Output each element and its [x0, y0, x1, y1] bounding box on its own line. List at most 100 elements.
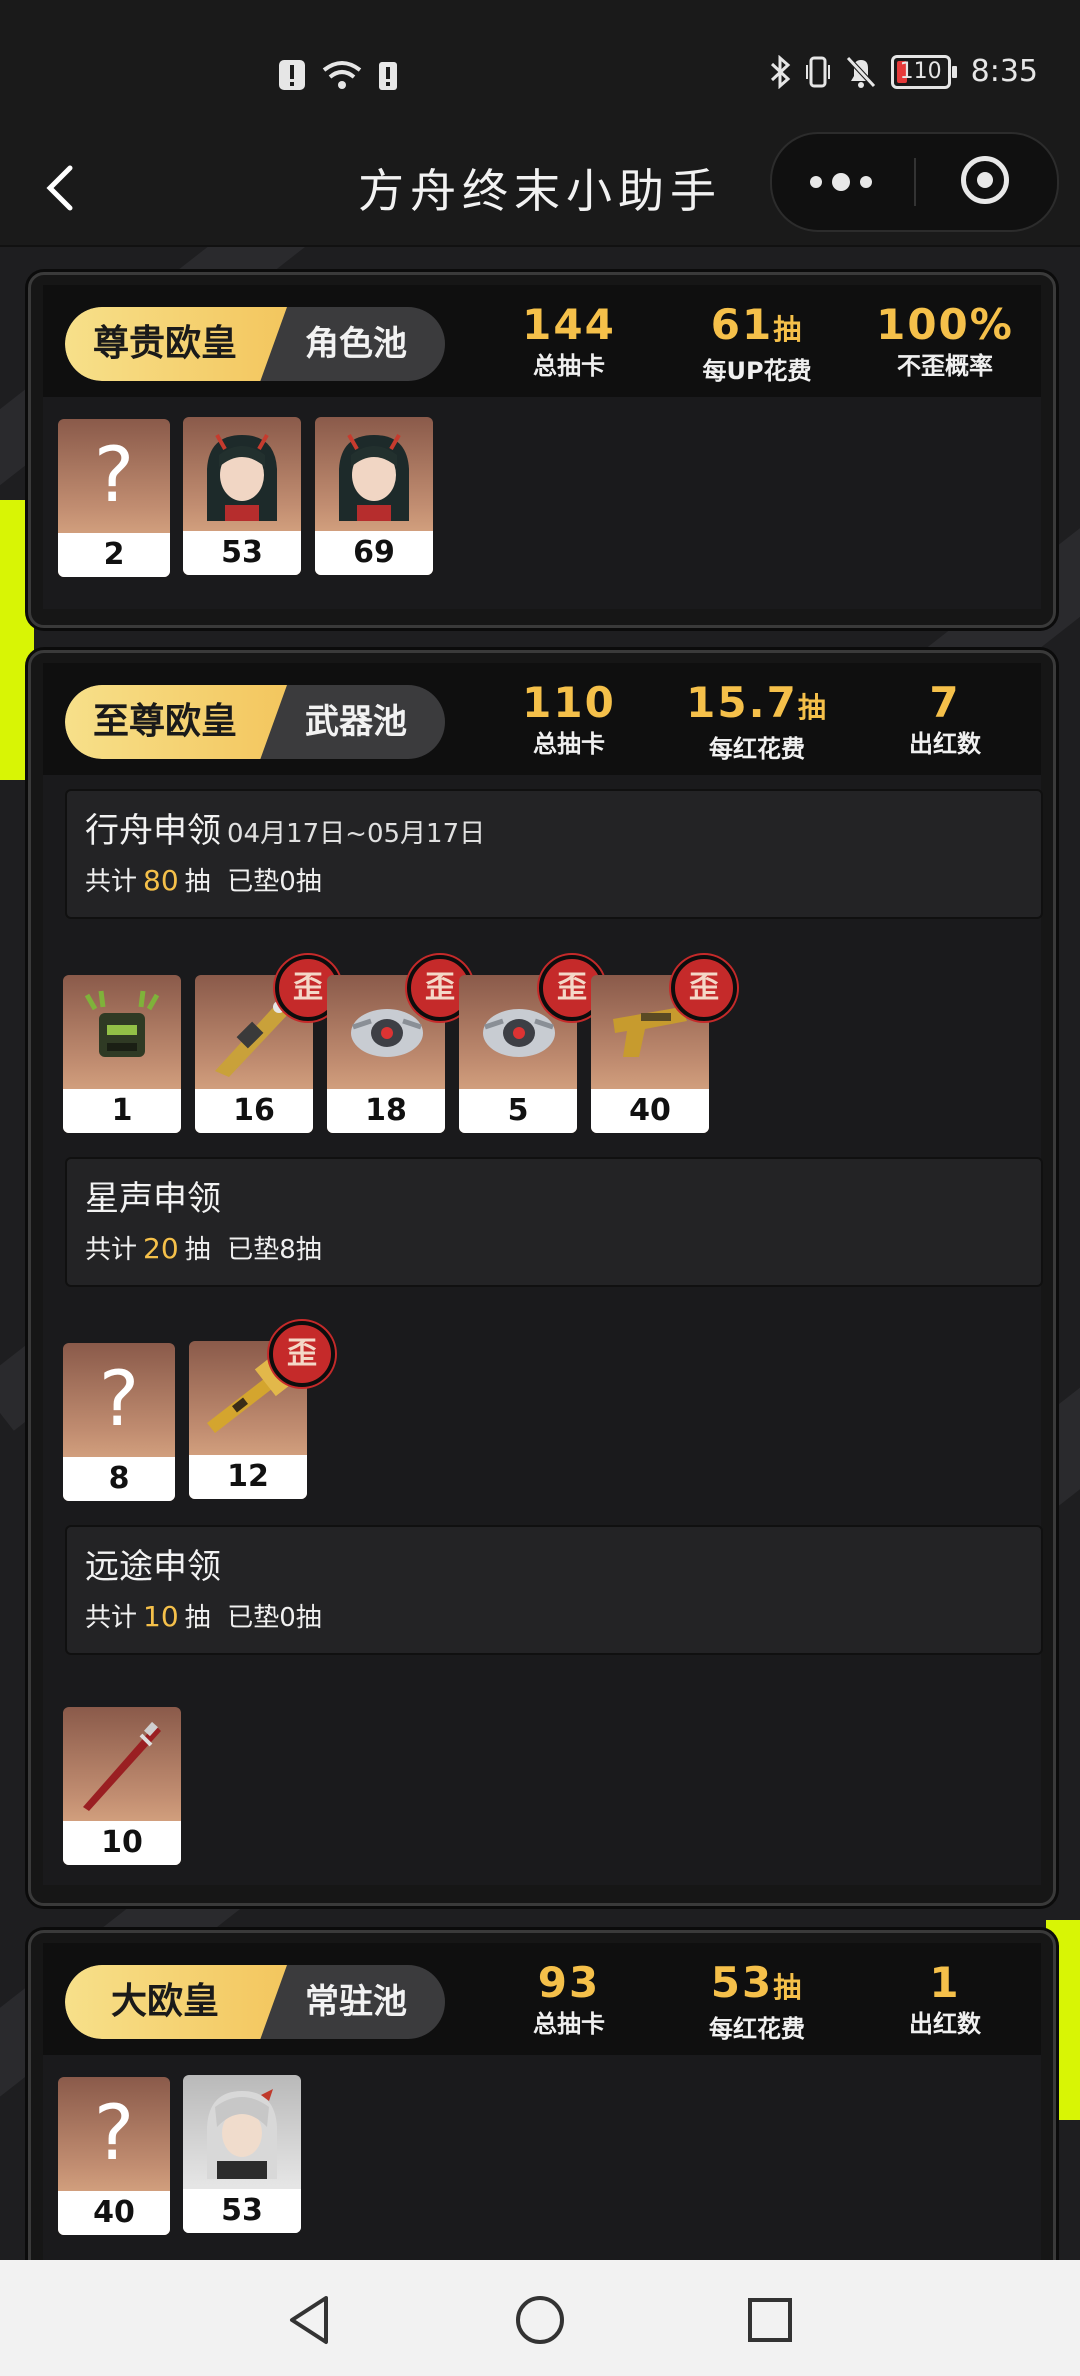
pity-count: 已垫0抽: [227, 867, 322, 897]
stat-value: 61: [710, 300, 774, 349]
total-prefix: 共计: [85, 1235, 138, 1265]
stat-unit: 抽: [773, 1971, 804, 2004]
stat-label: 总抽卡: [533, 730, 605, 758]
pity-count: 已垫0抽: [227, 1603, 322, 1633]
miniapp-capsule: [770, 132, 1059, 232]
luck-rank: 至尊欧皇: [92, 701, 237, 742]
stat-value: 144: [522, 300, 616, 349]
item-tile-unknown[interactable]: ? 2: [58, 419, 170, 577]
stat-value: 110: [522, 678, 616, 727]
stat-cost-per-red: 15.7抽 每红花费: [667, 677, 847, 764]
pool-badge: 至尊欧皇 武器池: [65, 685, 445, 759]
item-tile-weapon[interactable]: 10: [63, 1707, 181, 1865]
stat-label: 不歪概率: [897, 352, 993, 380]
card-body: 行舟申领 04月17日~05月17日 共计 80 抽 已垫0抽 1 16 歪 18 歪…: [43, 775, 1043, 1885]
pull-count: 2: [58, 533, 170, 577]
stat-total-pulls: 144 总抽卡: [479, 299, 659, 381]
pull-count: 69: [315, 531, 433, 575]
banner-xingsheng[interactable]: 星声申领 共计 20 抽 已垫8抽: [65, 1157, 1043, 1287]
stat-unit: 抽: [797, 691, 828, 724]
unknown-icon: ?: [98, 1354, 140, 1443]
stat-total-pulls: 110 总抽卡: [479, 677, 659, 759]
card-header: 尊贵欧皇 角色池 144 总抽卡 61抽 每UP花费 100% 不歪概率: [43, 285, 1041, 397]
standard-pool-card: 大欧皇 常驻池 93 总抽卡 53抽 每红花费 1 出红数 ? 40 53: [28, 1930, 1056, 2296]
close-miniapp-button[interactable]: [961, 156, 1009, 204]
pull-count: 10: [63, 1821, 181, 1865]
stat-label: 总抽卡: [533, 2010, 605, 2038]
luck-rank: 尊贵欧皇: [92, 323, 237, 364]
sword-weapon-icon: [83, 1721, 161, 1811]
pull-count: 1: [63, 1089, 181, 1133]
stat-value: 93: [537, 1958, 601, 2007]
vibrate-icon: [805, 56, 830, 87]
pull-count: 12: [189, 1455, 307, 1499]
wifi-icon: [322, 61, 362, 89]
stat-label: 每红花费: [709, 2015, 805, 2043]
nav-bar: 方舟终末小助手: [0, 130, 1080, 247]
total-pulls: 10: [143, 1600, 179, 1633]
unknown-icon: ?: [93, 2088, 135, 2177]
pool-badge: 大欧皇 常驻池: [65, 1965, 445, 2039]
stat-red-count: 7 出红数: [855, 677, 1035, 759]
status-icons-right: 110 8:35: [769, 54, 1038, 89]
stat-unit: 抽: [773, 313, 804, 346]
character-portrait-icon: [339, 434, 409, 521]
item-tile-character[interactable]: 53: [183, 417, 301, 575]
pool-name: 常驻池: [305, 1982, 407, 2022]
banner-name: 远途申领: [85, 1547, 221, 1587]
pool-badge: 尊贵欧皇 角色池: [65, 307, 445, 381]
clock: 8:35: [970, 54, 1038, 89]
more-dot-icon: [860, 176, 872, 188]
bluetooth-icon: [770, 54, 790, 89]
total-pulls: 80: [143, 864, 179, 897]
item-tile-character[interactable]: 53: [183, 2075, 301, 2233]
item-tile-character[interactable]: 69: [315, 417, 433, 575]
weapon-pool-card: 至尊欧皇 武器池 110 总抽卡 15.7抽 每红花费 7 出红数 行舟申领 04…: [28, 650, 1056, 1906]
stat-label: 每UP花费: [702, 357, 812, 385]
item-tile-unknown[interactable]: ? 8: [63, 1343, 175, 1501]
more-dot-icon: [810, 176, 822, 188]
card-body: ? 40 53: [43, 2055, 1041, 2275]
stat-cost-per-red: 53抽 每红花费: [667, 1957, 847, 2044]
luck-rank: 大欧皇: [110, 1981, 219, 2022]
pull-count: 5: [459, 1089, 577, 1133]
character-pool-card: 尊贵欧皇 角色池 144 总抽卡 61抽 每UP花费 100% 不歪概率 ? 2…: [28, 272, 1056, 628]
more-button[interactable]: [810, 162, 920, 202]
stat-label: 每红花费: [709, 735, 805, 763]
alert-icon: [279, 60, 305, 90]
stat-value: 7: [929, 678, 961, 727]
card-header: 大欧皇 常驻池 93 总抽卡 53抽 每红花费 1 出红数: [43, 1943, 1041, 2055]
nav-back-icon[interactable]: [282, 2292, 338, 2348]
status-icons-left: [278, 58, 398, 92]
card-body: ? 2 53 69: [43, 397, 1041, 609]
pull-count: 8: [63, 1457, 175, 1501]
stat-label: 总抽卡: [533, 352, 605, 380]
banner-yuantu[interactable]: 远途申领 共计 10 抽 已垫0抽: [65, 1525, 1043, 1655]
banner-name: 行舟申领: [85, 811, 221, 851]
stat-value: 53: [710, 1958, 774, 2007]
system-nav-bar: [0, 2260, 1080, 2376]
nav-home-icon[interactable]: [512, 2292, 568, 2348]
pity-count: 已垫8抽: [227, 1235, 322, 1265]
total-pulls: 20: [143, 1232, 179, 1265]
item-tile-weapon[interactable]: 1: [63, 975, 181, 1133]
pull-count: 53: [183, 531, 301, 575]
battery-indicator: 110: [890, 54, 957, 89]
mute-bell-icon: [845, 55, 876, 88]
total-suffix: 抽: [184, 867, 211, 897]
pool-name: 角色池: [305, 324, 407, 364]
banner-date: 04月17日~05月17日: [227, 819, 486, 849]
stat-value: 15.7: [686, 678, 798, 727]
total-prefix: 共计: [85, 1603, 138, 1633]
character-portrait-icon: [207, 434, 277, 521]
back-button[interactable]: [40, 158, 80, 218]
nav-recents-icon[interactable]: [742, 2292, 798, 2348]
stat-red-count: 1 出红数: [855, 1957, 1035, 2039]
pull-count: 16: [195, 1089, 313, 1133]
chevron-left-icon: [46, 165, 73, 211]
stat-no-loss-rate: 100% 不歪概率: [855, 299, 1035, 381]
banner-name: 星声申领: [85, 1179, 221, 1219]
item-tile-unknown[interactable]: ? 40: [58, 2077, 170, 2235]
sim-icon: [379, 62, 397, 90]
banner-xingzhou[interactable]: 行舟申领 04月17日~05月17日 共计 80 抽 已垫0抽: [65, 789, 1043, 919]
